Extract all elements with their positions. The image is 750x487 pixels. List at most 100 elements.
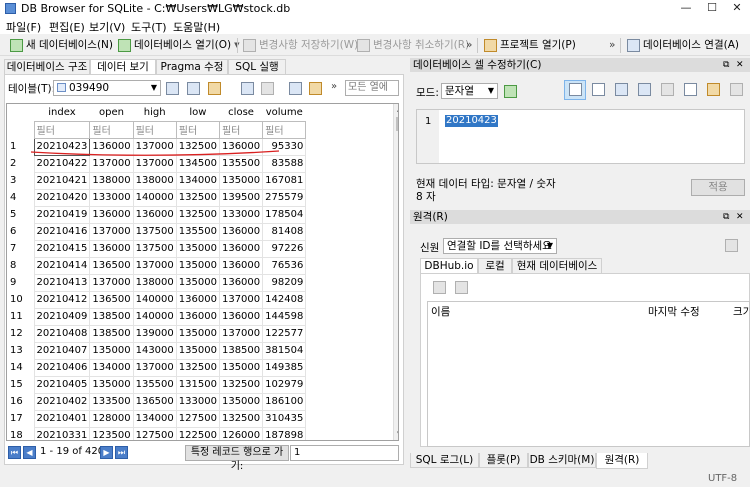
chevron-down-icon: ▼ [546, 241, 553, 250]
word-wrap-icon[interactable] [592, 83, 605, 96]
tab-plot[interactable]: 플롯(P) [479, 453, 528, 468]
minimize-button[interactable]: — [673, 0, 699, 17]
float-panel-icon[interactable]: ⧉ [723, 210, 729, 224]
vertical-scrollbar[interactable]: ▲ ▼ [393, 104, 398, 440]
tab-dbhub[interactable]: DBHub.io [420, 258, 478, 274]
record-navigation: ⏮ ◀ 1 - 19 of 4209 ▶ ⏭ 특정 레코드 행으로 가기: 1 [6, 445, 399, 472]
main-tab-bar: 데이터베이스 구조 데이터 보기 Pragma 수정 SQL 실행 [4, 59, 404, 75]
import-icon[interactable] [615, 83, 628, 96]
float-panel-icon[interactable]: ⧉ [723, 58, 729, 72]
column-header-last-modified[interactable]: 마지막 수정 [648, 304, 700, 319]
toolbar-overflow[interactable]: » [609, 37, 615, 54]
encoding-status: UTF-8 [708, 473, 738, 484]
tab-database-structure[interactable]: 데이터베이스 구조 [4, 59, 90, 74]
text-editor-icon [569, 83, 582, 96]
set-null-icon[interactable] [684, 83, 697, 96]
cell-size-info: 8 자 [416, 191, 436, 203]
clone-database-icon[interactable] [455, 281, 468, 294]
delete-record-icon[interactable] [309, 82, 322, 95]
chevron-down-icon: ▼ [150, 83, 157, 92]
goto-record-input[interactable]: 1 [290, 445, 399, 461]
cell-type-info: 현재 데이터 타입: 문자열 / 숫자 [416, 178, 556, 190]
menu-bar: 파일(F) 편집(E) 보기(V) 도구(T) 도움말(H) [0, 17, 750, 34]
insert-record-icon[interactable] [289, 82, 302, 95]
write-changes-button[interactable]: 변경사항 저장하기(W) [243, 37, 358, 54]
tab-remote[interactable]: 원격(R) [596, 453, 648, 469]
clear-filters-icon[interactable] [187, 82, 200, 95]
cell-value-text[interactable]: 20210423 [445, 115, 498, 127]
open-project-button[interactable]: 프로젝트 열기(P) [484, 37, 576, 54]
table-selector[interactable]: 039490 ▼ [53, 80, 161, 96]
identity-selector[interactable]: 연결할 ID를 선택하세요 ▼ [443, 238, 557, 254]
tab-browse-data[interactable]: 데이터 보기 [90, 59, 156, 75]
toolbar-separator [237, 38, 238, 53]
remote-file-list: 이름 마지막 수정 크기 [427, 301, 750, 447]
refresh-remote-icon[interactable] [433, 281, 446, 294]
toolbar-overflow[interactable]: » [466, 37, 472, 54]
status-bar: UTF-8 [0, 470, 750, 487]
apply-button[interactable]: 적용 [691, 179, 745, 196]
scrollbar-thumb[interactable] [396, 117, 398, 131]
new-database-button[interactable]: 새 데이터베이스(N) [10, 37, 113, 54]
export-icon[interactable] [638, 83, 651, 96]
close-panel-icon[interactable]: ✕ [736, 58, 744, 72]
auto-switch-mode-icon[interactable] [504, 85, 517, 98]
attach-database-button[interactable]: 데이터베이스 연결(A) [627, 37, 739, 54]
open-database-button[interactable]: 데이터베이스 열기(O)▼ [118, 37, 239, 54]
column-header-size[interactable]: 크기 [733, 304, 750, 319]
close-panel-icon[interactable]: ✕ [736, 210, 744, 224]
tab-local[interactable]: 로컬 [478, 258, 512, 273]
mode-label: 모드: [416, 87, 439, 99]
add-identity-icon[interactable] [725, 239, 738, 252]
next-record-icon[interactable]: ▶ [100, 446, 113, 459]
filter-all-columns-input[interactable]: 모든 열에 [345, 80, 399, 96]
tab-edit-pragmas[interactable]: Pragma 수정 [156, 59, 228, 74]
attach-database-icon [627, 39, 640, 52]
more-options-icon[interactable] [730, 83, 743, 96]
table-icon [57, 83, 66, 92]
mode-selector[interactable]: 문자열 ▼ [441, 83, 498, 99]
tab-sql-log[interactable]: SQL 로그(L) [410, 453, 479, 468]
revert-changes-button[interactable]: 변경사항 취소하기(R) [357, 37, 469, 54]
title-bar: DB Browser for SQLite - C:₩Users₩LG₩stoc… [0, 0, 750, 17]
menu-view[interactable]: 보기(V) [89, 19, 125, 35]
tab-current-database[interactable]: 현재 데이터베이스 [512, 258, 602, 273]
first-record-icon[interactable]: ⏮ [8, 446, 21, 459]
menu-edit[interactable]: 편집(E) [49, 19, 85, 35]
menu-tools[interactable]: 도구(T) [131, 19, 167, 35]
previous-record-icon[interactable]: ◀ [23, 446, 36, 459]
table-label: 테이블(T): [8, 83, 56, 95]
browse-overflow[interactable]: » [331, 81, 337, 92]
write-changes-icon [243, 39, 256, 52]
toolbar-separator [620, 38, 621, 53]
print-cell-icon[interactable] [661, 83, 674, 96]
line-number-gutter: 1 [417, 110, 439, 163]
menu-help[interactable]: 도움말(H) [173, 19, 220, 35]
menu-file[interactable]: 파일(F) [6, 19, 41, 35]
identity-label: 신원 [420, 242, 440, 254]
open-project-icon [484, 39, 497, 52]
line-number: 1 [425, 116, 432, 127]
remote-header: 원격(R) ⧉ ✕ [410, 210, 750, 224]
scroll-up-icon[interactable]: ▲ [397, 105, 398, 113]
toolbar-separator [477, 38, 478, 53]
refresh-icon[interactable] [166, 82, 179, 95]
remote-tab-bar: DBHub.io 로컬 현재 데이터베이스 [420, 258, 750, 274]
data-grid: index open high low close volume 필터 필터 필… [6, 103, 399, 441]
goto-record-button[interactable]: 특정 레코드 행으로 가기: [185, 445, 289, 472]
last-record-icon[interactable]: ⏭ [115, 446, 128, 459]
open-database-icon [118, 39, 131, 52]
maximize-button[interactable]: ☐ [699, 0, 725, 17]
close-button[interactable]: ✕ [724, 0, 750, 17]
scroll-down-icon[interactable]: ▼ [397, 430, 398, 438]
tab-db-schema[interactable]: DB 스키마(M) [528, 453, 596, 468]
edit-cell-header: 데이터베이스 셀 수정하기(C) ⧉ ✕ [410, 58, 750, 72]
print-icon[interactable] [261, 82, 274, 95]
window-title: DB Browser for SQLite - C:₩Users₩LG₩stoc… [21, 2, 291, 15]
cell-editor[interactable]: 1 20210423 [416, 109, 745, 164]
clear-sorting-icon[interactable] [208, 82, 221, 95]
save-table-icon[interactable] [241, 82, 254, 95]
clear-cell-icon[interactable] [707, 83, 720, 96]
tab-execute-sql[interactable]: SQL 실행 [228, 59, 286, 74]
column-header-name[interactable]: 이름 [431, 304, 450, 319]
